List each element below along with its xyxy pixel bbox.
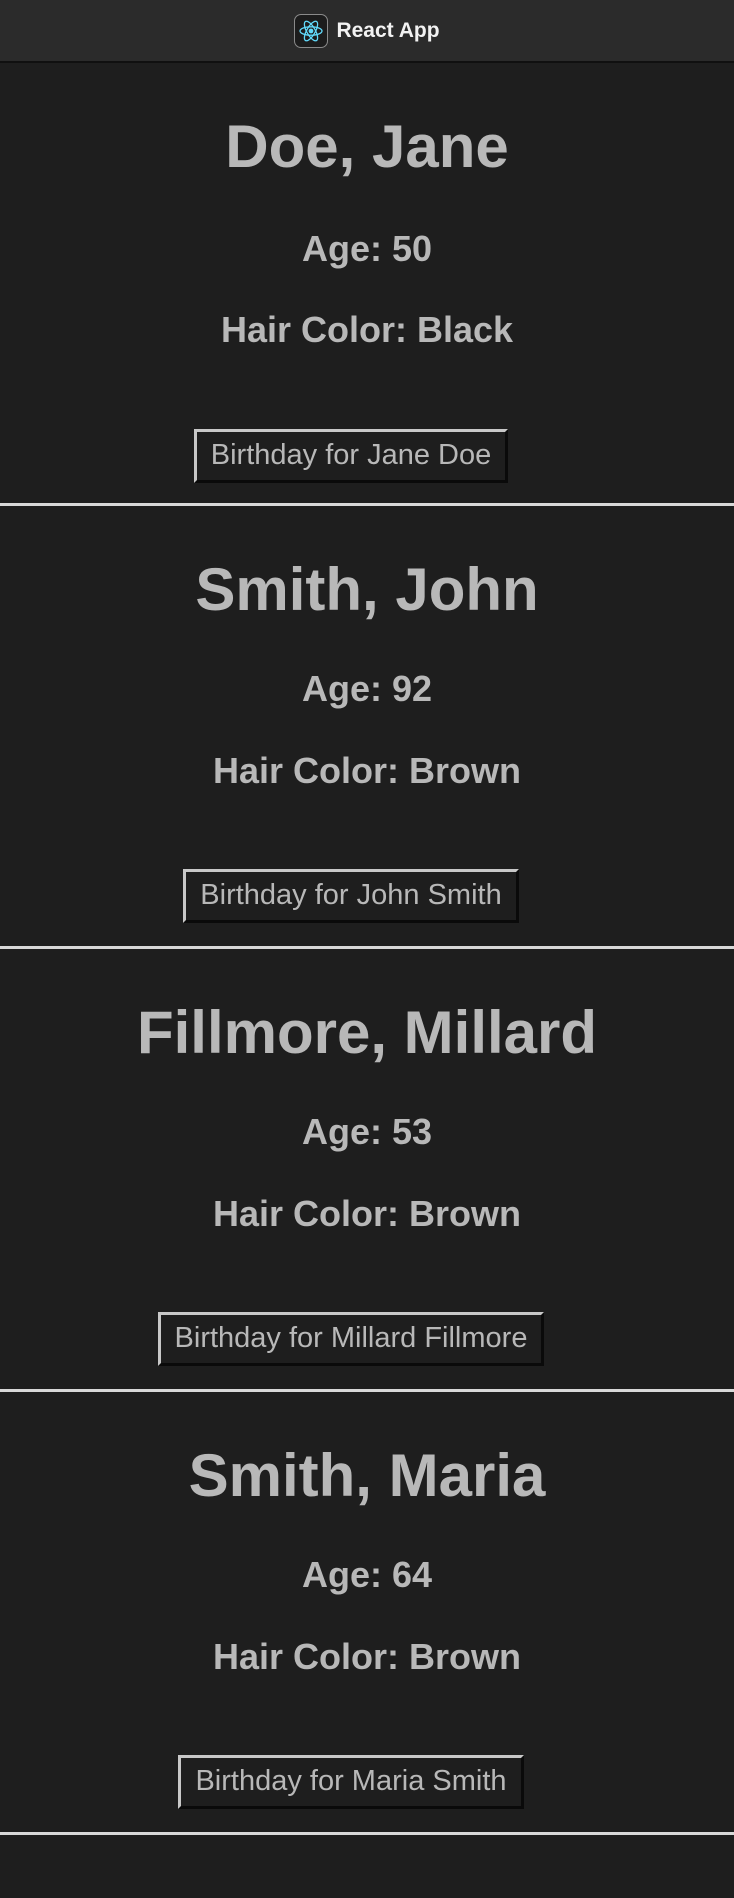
person-card: Doe, Jane Age: 50 Hair Color: Black Birt… <box>0 63 734 506</box>
person-age: Age: 64 <box>301 1554 433 1595</box>
birthday-button[interactable]: Birthday for Maria Smith <box>178 1755 524 1809</box>
person-hair-color: Hair Color: Brown <box>212 1193 521 1234</box>
person-name: Smith, John <box>195 556 539 623</box>
person-hair-color: Hair Color: Brown <box>212 1636 521 1677</box>
person-card: Smith, John Age: 92 Hair Color: Brown Bi… <box>0 506 734 949</box>
person-hair-color: Hair Color: Black <box>220 309 514 350</box>
window-title: React App <box>336 18 440 42</box>
person-card: Fillmore, Millard Age: 53 Hair Color: Br… <box>0 949 734 1392</box>
birthday-button[interactable]: Birthday for Jane Doe <box>193 429 509 483</box>
person-age: Age: 92 <box>301 668 433 709</box>
person-name: Fillmore, Millard <box>136 999 598 1066</box>
birthday-button[interactable]: Birthday for John Smith <box>183 869 519 923</box>
birthday-button[interactable]: Birthday for Millard Fillmore <box>157 1312 545 1366</box>
person-name: Doe, Jane <box>225 113 509 180</box>
person-age: Age: 50 <box>301 228 433 269</box>
person-name: Smith, Maria <box>188 1442 546 1509</box>
person-card: Smith, Maria Age: 64 Hair Color: Brown B… <box>0 1392 734 1835</box>
react-logo-icon <box>294 13 329 48</box>
person-card-list: Doe, Jane Age: 50 Hair Color: Black Birt… <box>0 63 734 1835</box>
person-hair-color: Hair Color: Brown <box>212 750 521 791</box>
person-age: Age: 53 <box>301 1111 433 1152</box>
window-titlebar: React App <box>0 0 734 63</box>
